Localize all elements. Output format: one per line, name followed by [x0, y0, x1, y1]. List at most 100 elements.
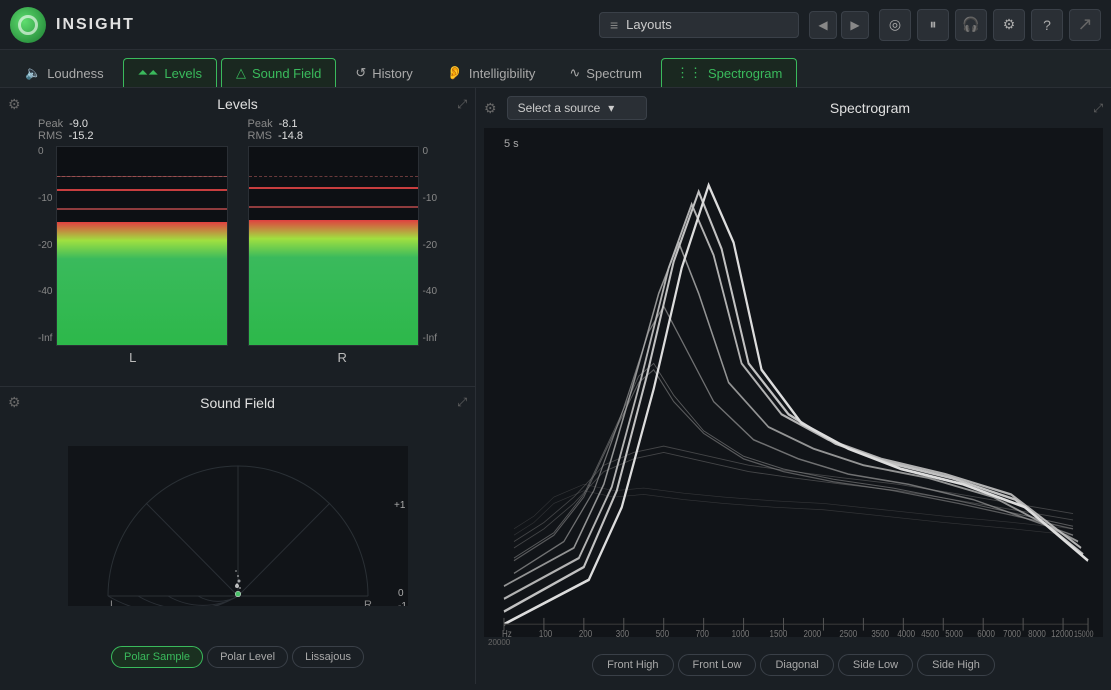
levels-expand-icon[interactable]: ⤢: [457, 97, 467, 112]
logo-inner: [18, 15, 38, 35]
svg-text:8000: 8000: [1028, 628, 1046, 637]
app-logo: [10, 7, 46, 43]
freq-20000: 20000: [488, 638, 510, 647]
levels-header: ⚙ Levels ⤢: [8, 96, 467, 112]
channel-R-peak-line: [249, 187, 418, 189]
polar-display: +1 0 -1 L R: [8, 417, 467, 641]
left-panel: ⚙ Levels ⤢ Peak -9.0 RMS -15.2: [0, 88, 476, 684]
sf-tab-polar-level[interactable]: Polar Level: [207, 646, 288, 668]
svg-text:R: R: [364, 599, 372, 606]
svg-text:300: 300: [616, 628, 629, 637]
scale-20: -20: [38, 240, 52, 251]
layouts-bar[interactable]: ≡ Layouts: [599, 12, 799, 38]
spectrogram-bottom-tabs: Front High Front Low Diagonal Side Low S…: [484, 654, 1103, 676]
svg-text:L: L: [110, 599, 116, 606]
channel-L: Peak -9.0 RMS -15.2 0 -10 -20: [38, 118, 228, 370]
svg-text:200: 200: [579, 628, 592, 637]
spec-tab-diagonal[interactable]: Diagonal: [760, 654, 833, 676]
scale-10: -10: [38, 193, 52, 204]
rms-label: RMS: [38, 130, 62, 142]
levels-tab-icon: ⏶⏶: [138, 65, 159, 81]
headphone-button[interactable]: ◎: [879, 9, 911, 41]
spec-tab-front-high[interactable]: Front High: [592, 654, 673, 676]
header-icons: ◎ ⏸ 🎧 ⚙ ? ↗: [879, 9, 1101, 41]
loudness-tab-icon: 🔈: [25, 65, 41, 81]
channel-R-bar: [249, 220, 418, 345]
peak-label-r: Peak: [248, 118, 273, 130]
channel-L-stats: Peak -9.0 RMS -15.2: [38, 118, 228, 142]
help-button[interactable]: ?: [1031, 9, 1063, 41]
tab-soundfield[interactable]: △ Sound Field: [221, 58, 336, 87]
svg-text:1000: 1000: [732, 628, 750, 637]
settings-button[interactable]: ⚙: [993, 9, 1025, 41]
prev-layout-button[interactable]: ◀: [809, 11, 837, 39]
svg-text:Hz: Hz: [502, 628, 512, 637]
tab-spectrum[interactable]: ∿ Spectrum: [554, 58, 657, 87]
history-tab-label: History: [372, 66, 412, 81]
channel-L-label: L: [129, 350, 136, 365]
source-select-dropdown[interactable]: Select a source ▾: [507, 96, 647, 120]
scale-inf: -Inf: [38, 333, 52, 344]
svg-text:-1: -1: [398, 601, 407, 606]
levels-gear-icon[interactable]: ⚙: [8, 96, 21, 113]
channel-L-bar: [57, 222, 226, 345]
channel-L-peak-row: Peak -9.0: [38, 118, 88, 130]
spectrogram-tab-label: Spectrogram: [708, 66, 782, 81]
channel-R-rms-line: [249, 206, 418, 208]
channel-R-stats: Peak -8.1 RMS -14.8: [248, 118, 438, 142]
nav-arrows: ◀ ▶: [809, 11, 869, 39]
spectrogram-time-label: 5 s: [504, 138, 519, 150]
soundfield-gear-icon[interactable]: ⚙: [8, 394, 21, 411]
soundfield-tab-label: Sound Field: [252, 66, 321, 81]
tab-spectrogram[interactable]: ⋮⋮ Spectrogram: [661, 58, 797, 87]
spectrogram-3d-svg: Hz 100 200 300 500 700 1000 1500 2000 25…: [484, 128, 1103, 637]
svg-text:700: 700: [696, 628, 709, 637]
scale-20-r: -20: [423, 240, 437, 251]
history-tab-icon: ↺: [355, 65, 366, 81]
rms-label-r: RMS: [248, 130, 272, 142]
sf-tab-polar-sample[interactable]: Polar Sample: [111, 646, 203, 668]
scale-0: 0: [38, 146, 52, 157]
svg-text:2000: 2000: [803, 628, 821, 637]
spectrogram-gear-icon[interactable]: ⚙: [484, 100, 497, 117]
svg-text:12000: 12000: [1051, 628, 1073, 637]
antenna-button[interactable]: ↗: [1069, 9, 1101, 41]
tab-loudness[interactable]: 🔈 Loudness: [10, 58, 119, 87]
svg-text:3500: 3500: [871, 628, 889, 637]
channel-R: Peak -8.1 RMS -14.8: [248, 118, 438, 370]
source-select-label: Select a source: [518, 101, 601, 115]
svg-text:15000: 15000: [1074, 629, 1094, 637]
soundfield-content: +1 0 -1 L R Polar Sample Polar Level Lis…: [8, 417, 467, 669]
scale-inf-r: -Inf: [423, 333, 437, 344]
spec-tab-side-low[interactable]: Side Low: [838, 654, 913, 676]
levels-title: Levels: [217, 96, 257, 112]
sf-tab-lissajous[interactable]: Lissajous: [292, 646, 364, 668]
svg-text:5000: 5000: [945, 628, 963, 637]
scale-0-r: 0: [423, 146, 437, 157]
channel-R-meter: 0 -10 -20 -40 -Inf: [248, 146, 438, 346]
svg-text:7000: 7000: [1003, 628, 1021, 637]
channel-L-scale: 0 -10 -20 -40 -Inf: [38, 146, 56, 346]
levels-section: ⚙ Levels ⤢ Peak -9.0 RMS -15.2: [0, 88, 475, 387]
soundfield-section: ⚙ Sound Field ⤢: [0, 387, 475, 685]
tab-history[interactable]: ↺ History: [340, 58, 427, 87]
channel-R-scale: 0 -10 -20 -40 -Inf: [419, 146, 437, 346]
tab-levels[interactable]: ⏶⏶ Levels: [123, 58, 217, 87]
spec-tab-front-low[interactable]: Front Low: [678, 654, 757, 676]
spec-tab-side-high[interactable]: Side High: [917, 654, 995, 676]
svg-text:6000: 6000: [977, 628, 995, 637]
soundfield-expand-icon[interactable]: ⤢: [457, 395, 467, 410]
soundfield-tab-icon: △: [236, 65, 246, 81]
tab-intelligibility[interactable]: 👂 Intelligibility: [432, 58, 551, 87]
spectrogram-area: 5 s: [484, 128, 1103, 637]
peak-label: Peak: [38, 118, 63, 130]
headset-button[interactable]: 🎧: [955, 9, 987, 41]
next-layout-button[interactable]: ▶: [841, 11, 869, 39]
spectrogram-expand-icon[interactable]: ⤢: [1093, 101, 1103, 116]
layouts-menu-icon: ≡: [610, 17, 618, 33]
spectrogram-header: ⚙ Select a source ▾ Spectrogram ⤢: [484, 96, 1103, 120]
scale-40: -40: [38, 286, 52, 297]
soundfield-tabs: Polar Sample Polar Level Lissajous: [111, 646, 364, 668]
svg-text:500: 500: [656, 628, 669, 637]
pause-button[interactable]: ⏸: [917, 9, 949, 41]
